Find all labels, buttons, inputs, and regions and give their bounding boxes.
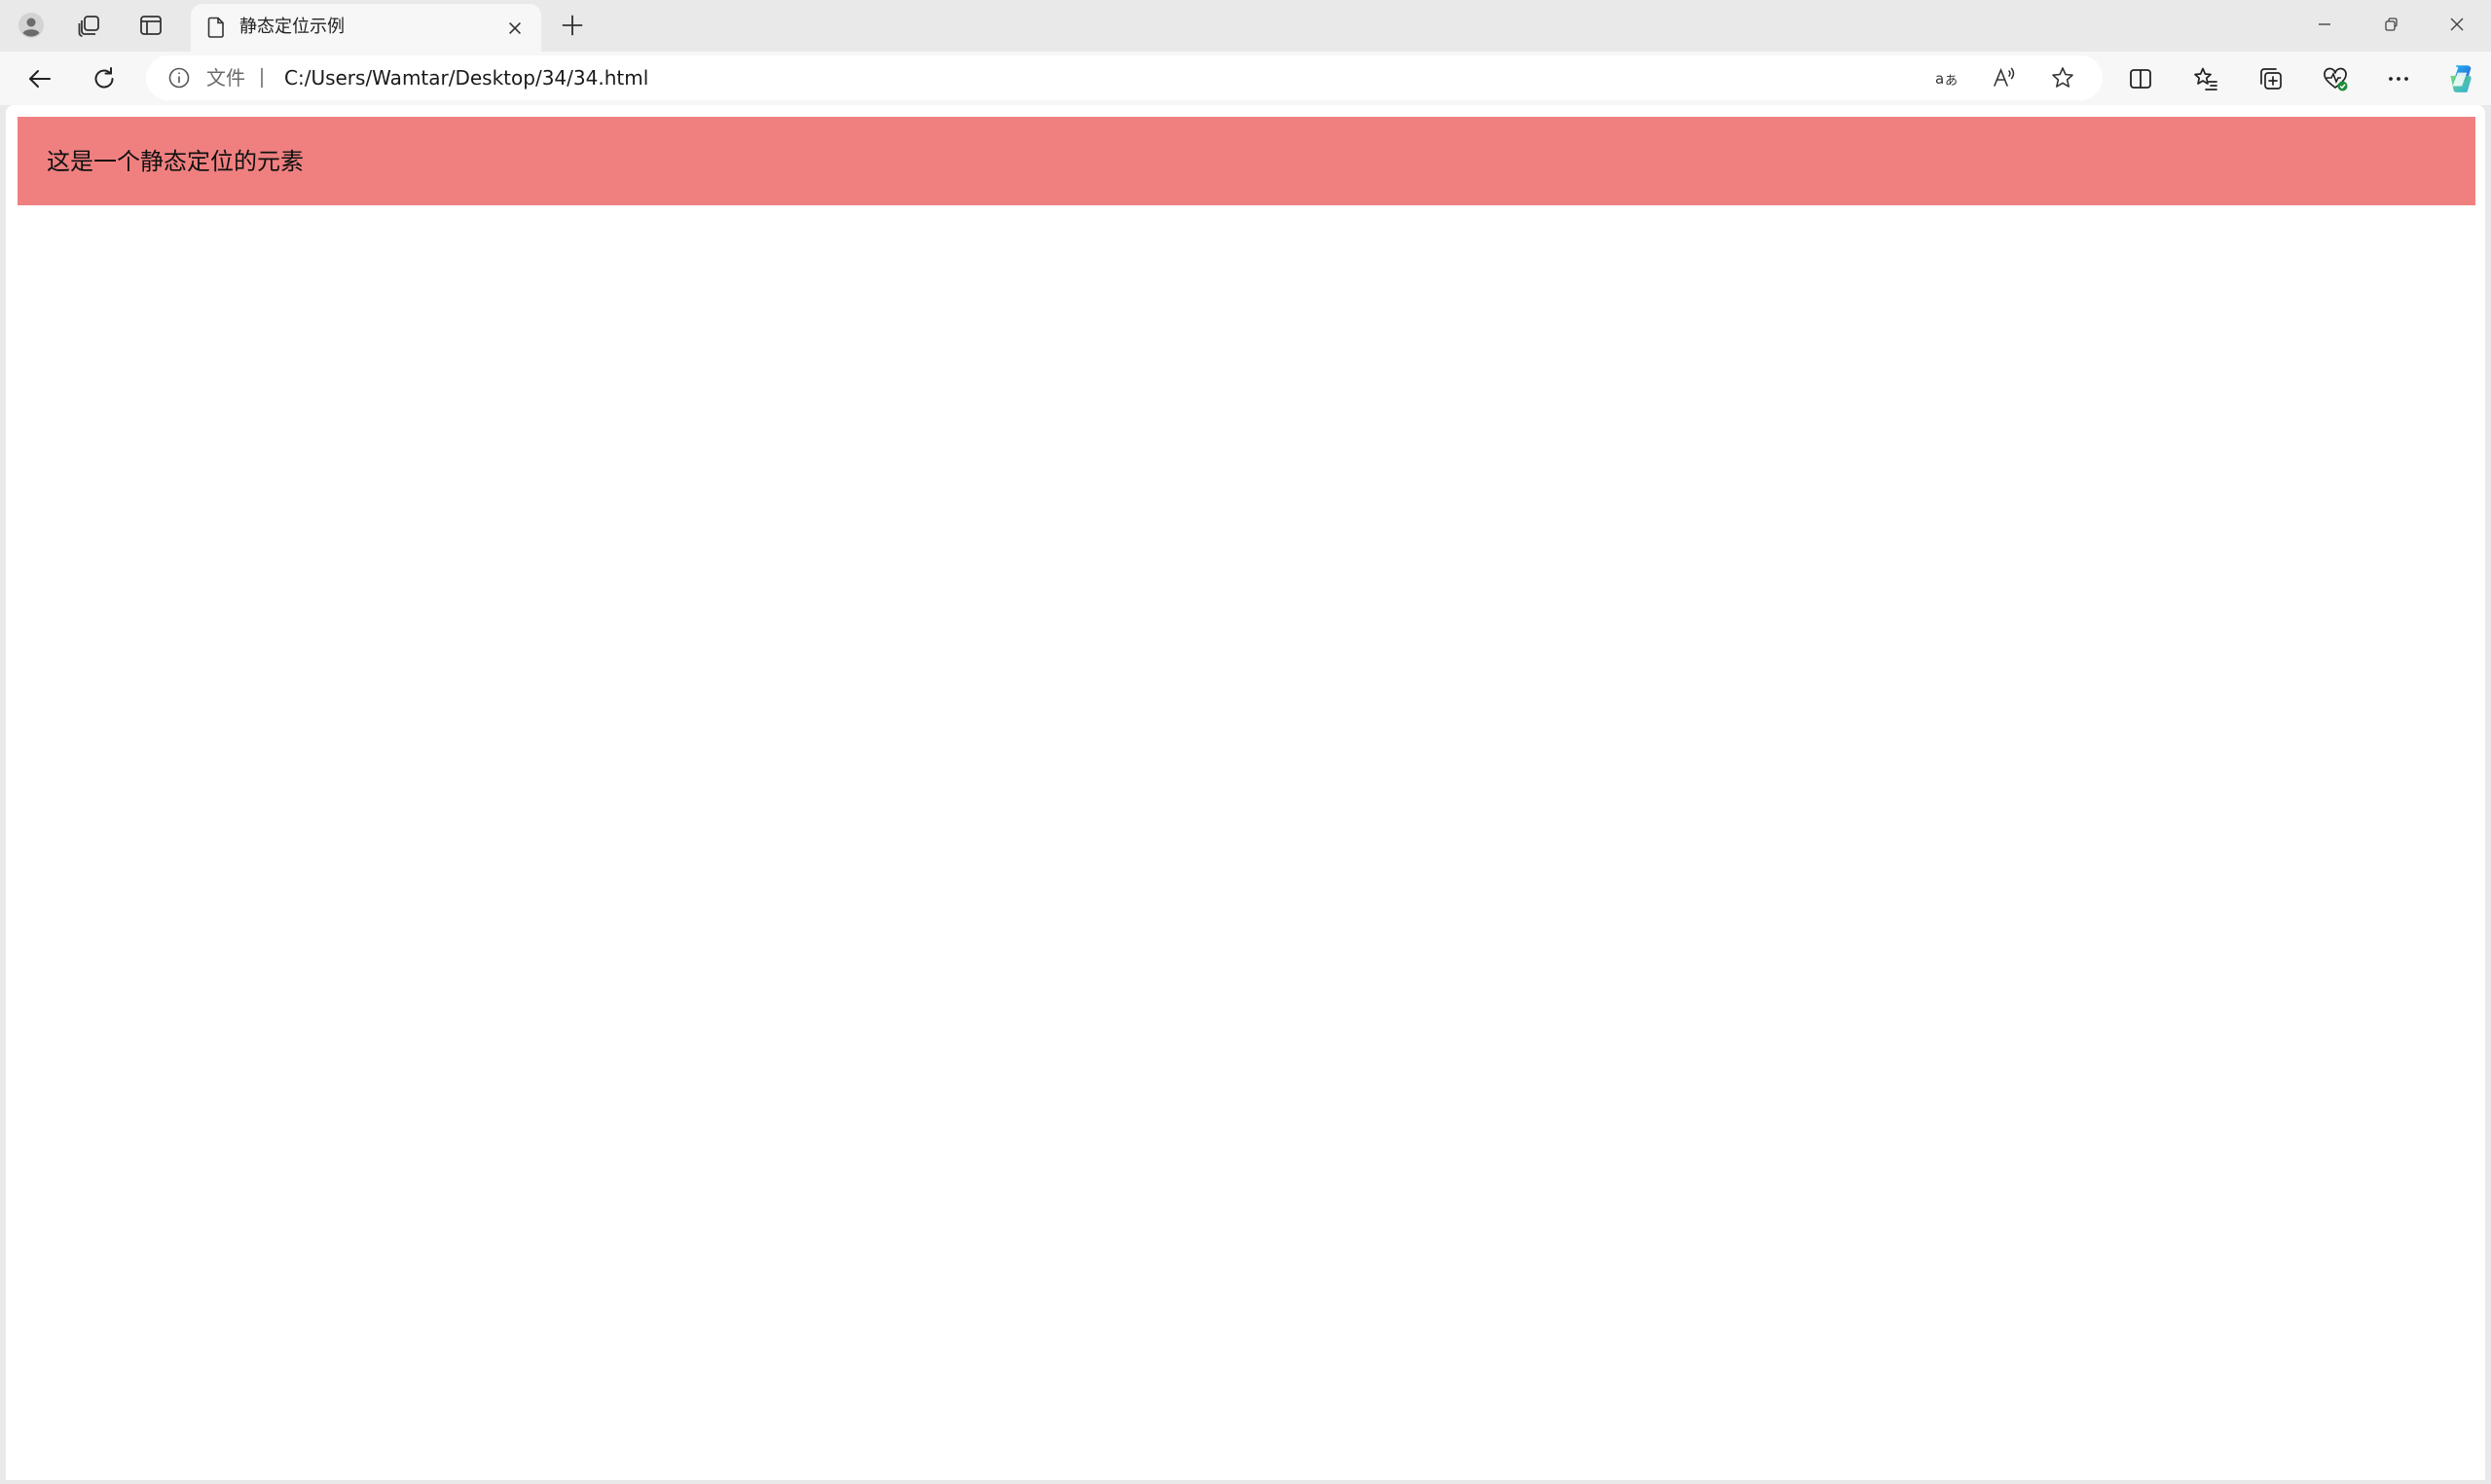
workspaces-icon <box>78 16 99 37</box>
restore-button[interactable] <box>2358 0 2424 49</box>
star-icon <box>2052 67 2073 88</box>
close-window-button[interactable] <box>2424 0 2490 49</box>
profile-icon <box>18 13 44 38</box>
collections-button[interactable] <box>2250 57 2292 100</box>
new-tab-button[interactable] <box>551 6 594 45</box>
address-separator <box>261 66 263 90</box>
address-bar[interactable]: 文件 C:/Users/Wamtar/Desktop/34/34.html a … <box>146 55 2103 100</box>
close-icon <box>2450 18 2464 31</box>
copilot-icon <box>2450 65 2472 92</box>
tab-title: 静态定位示例 <box>239 17 345 37</box>
svg-text:a: a <box>1935 70 1944 88</box>
static-element-text: 这是一个静态定位的元素 <box>47 148 304 175</box>
minimize-button[interactable] <box>2291 0 2358 49</box>
collections-icon <box>2260 68 2282 90</box>
tab-strip: 静态定位示例 <box>0 0 2491 52</box>
restore-icon <box>2385 18 2398 31</box>
plus-icon <box>562 15 583 36</box>
page-viewport: 这是一个静态定位的元素 <box>6 105 2485 1480</box>
address-url[interactable]: C:/Users/Wamtar/Desktop/34/34.html <box>284 66 648 90</box>
back-button[interactable] <box>18 57 61 100</box>
read-aloud-button[interactable] <box>1989 63 2020 92</box>
workspaces-button[interactable] <box>68 6 111 45</box>
active-tab[interactable]: 静态定位示例 <box>191 4 541 52</box>
split-screen-icon <box>2130 69 2151 89</box>
read-aloud-icon <box>1994 67 2015 87</box>
back-arrow-icon <box>29 70 51 88</box>
add-favorite-button[interactable] <box>2047 63 2078 92</box>
more-dots-icon <box>2389 77 2408 81</box>
svg-text:あ: あ <box>1945 74 1958 89</box>
favorites-list-icon <box>2194 67 2217 90</box>
vertical-tabs-icon <box>140 16 162 35</box>
close-icon <box>509 22 521 34</box>
translate-icon: a あ <box>1935 70 1958 89</box>
copilot-button[interactable] <box>2439 57 2482 100</box>
minimize-icon <box>2319 23 2330 25</box>
translate-button[interactable]: a あ <box>1931 63 1962 92</box>
document-icon <box>207 17 224 38</box>
heart-pulse-icon <box>2324 67 2348 91</box>
favorites-button[interactable] <box>2184 57 2227 100</box>
address-scheme-label: 文件 <box>206 66 245 90</box>
refresh-button[interactable] <box>83 57 126 100</box>
browser-essentials-button[interactable] <box>2314 57 2357 100</box>
profile-button[interactable] <box>10 6 53 45</box>
navigation-toolbar: 文件 C:/Users/Wamtar/Desktop/34/34.html a … <box>0 52 2491 105</box>
more-options-button[interactable] <box>2377 57 2420 100</box>
refresh-icon <box>94 67 114 89</box>
static-positioned-element: 这是一个静态定位的元素 <box>18 117 2475 205</box>
tab-close-button[interactable] <box>502 16 528 41</box>
info-icon[interactable] <box>167 66 191 90</box>
vertical-tabs-button[interactable] <box>129 6 172 45</box>
split-screen-button[interactable] <box>2119 57 2162 100</box>
